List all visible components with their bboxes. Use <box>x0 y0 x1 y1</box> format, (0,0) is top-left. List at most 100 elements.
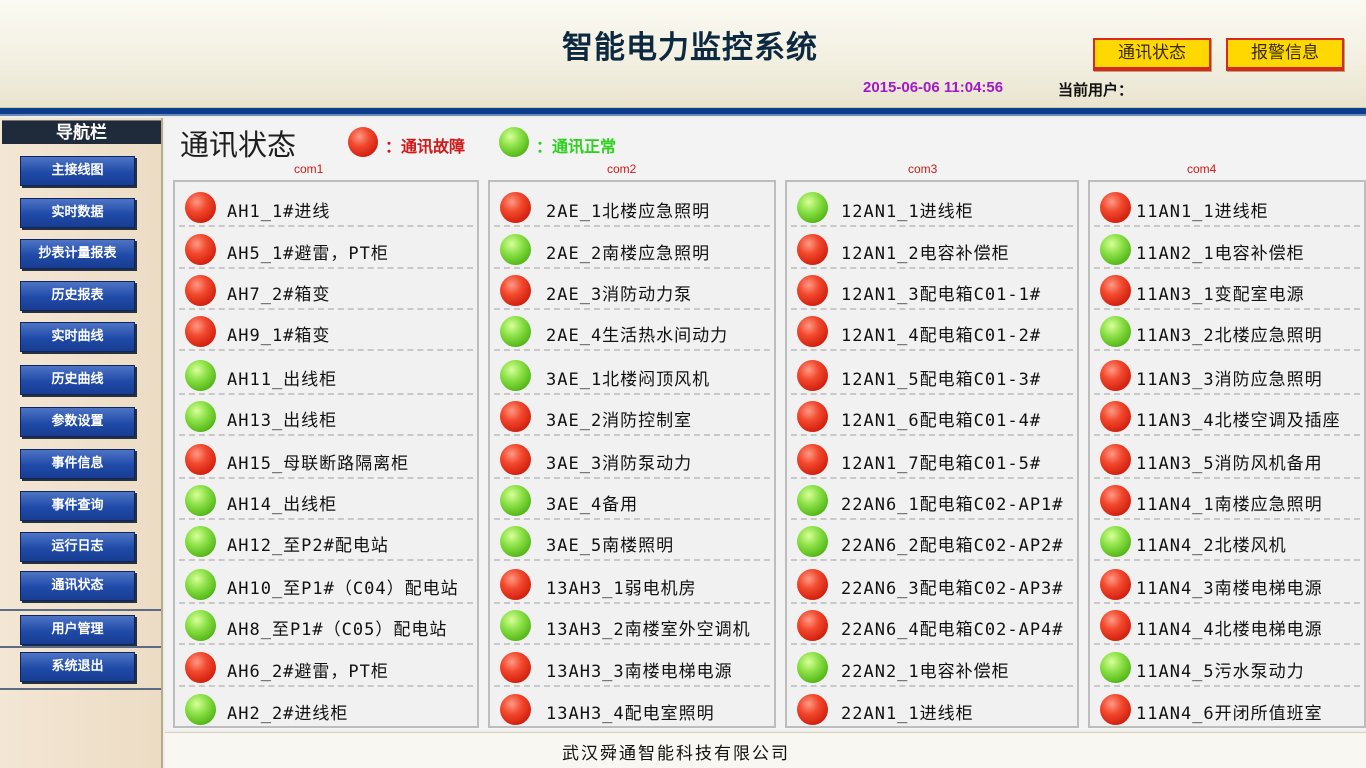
status-item: 22AN6_1配电箱C02-AP1# <box>787 479 1077 520</box>
status-fault-icon <box>500 275 531 306</box>
status-item: 22AN6_2配电箱C02-AP2# <box>787 520 1077 561</box>
status-item: 11AN2_1电容补偿柜 <box>1090 228 1364 269</box>
status-item: 2AE_1北楼应急照明 <box>490 186 774 227</box>
status-item-label: 3AE_2消防控制室 <box>546 411 693 431</box>
status-item-label: 11AN3_5消防风机备用 <box>1136 454 1323 474</box>
status-item: AH5_1#避雷，PT柜 <box>175 228 477 269</box>
comm-status-button[interactable]: 通讯状态 <box>1093 38 1211 71</box>
status-item: AH7_2#箱变 <box>175 269 477 310</box>
status-item: 11AN4_6开闭所值班室 <box>1090 688 1364 729</box>
nav-separator <box>0 609 161 611</box>
nav-item-9[interactable]: 运行日志 <box>20 532 135 562</box>
status-ok-icon <box>1100 526 1131 557</box>
status-item-label: AH7_2#箱变 <box>227 285 331 305</box>
status-item: AH10_至P1#（C04）配电站 <box>175 563 477 604</box>
status-item-label: AH10_至P1#（C04）配电站 <box>227 579 459 599</box>
row-divider <box>791 225 1073 227</box>
fault-legend-label: ：通讯故障 <box>385 137 466 156</box>
nav-item-0[interactable]: 主接线图 <box>20 156 135 186</box>
nav-item-3[interactable]: 历史报表 <box>20 281 135 311</box>
current-user-label: 当前用户： <box>1058 81 1134 99</box>
status-item: AH12_至P2#配电站 <box>175 520 477 561</box>
status-item: 11AN3_4北楼空调及插座 <box>1090 395 1364 436</box>
status-item-label: 12AN1_3配电箱C01-1# <box>841 285 1042 305</box>
status-item-label: 22AN2_1电容补偿柜 <box>841 662 1010 682</box>
status-item-label: 11AN4_6开闭所值班室 <box>1136 704 1323 724</box>
status-item-label: AH1_1#进线 <box>227 202 331 222</box>
nav-item-7[interactable]: 事件信息 <box>20 449 135 479</box>
row-divider <box>791 559 1073 561</box>
status-fault-icon <box>1100 360 1131 391</box>
nav-item-10[interactable]: 通讯状态 <box>20 571 135 601</box>
row-divider <box>494 349 770 351</box>
status-item: 11AN3_1变配室电源 <box>1090 269 1364 310</box>
status-item: 2AE_4生活热水间动力 <box>490 310 774 351</box>
nav-item-12[interactable]: 系统退出 <box>20 652 135 682</box>
row-divider <box>1094 685 1360 687</box>
header-divider <box>0 108 1366 116</box>
alarm-info-button[interactable]: 报警信息 <box>1226 38 1344 71</box>
status-item-label: 11AN4_1南楼应急照明 <box>1136 495 1323 515</box>
status-item: AH13_出线柜 <box>175 395 477 436</box>
status-item-label: 22AN6_1配电箱C02-AP1# <box>841 495 1064 515</box>
status-ok-icon <box>500 316 531 347</box>
nav-item-8[interactable]: 事件查询 <box>20 491 135 521</box>
nav-item-6[interactable]: 参数设置 <box>20 407 135 437</box>
status-fault-icon <box>500 401 531 432</box>
nav-item-5[interactable]: 历史曲线 <box>20 365 135 395</box>
status-item: 13AH3_3南楼电梯电源 <box>490 646 774 687</box>
status-item: 11AN3_2北楼应急照明 <box>1090 310 1364 351</box>
status-fault-icon <box>797 569 828 600</box>
status-item-label: 11AN3_3消防应急照明 <box>1136 370 1323 390</box>
status-fault-icon <box>185 275 216 306</box>
status-item-label: 22AN6_4配电箱C02-AP4# <box>841 620 1064 640</box>
status-ok-icon <box>500 234 531 265</box>
status-item: 11AN4_5污水泵动力 <box>1090 646 1364 687</box>
company-name: 武汉舜通智能科技有限公司 <box>562 744 790 764</box>
nav-item-4[interactable]: 实时曲线 <box>20 322 135 352</box>
status-item: 12AN1_5配电箱C01-3# <box>787 354 1077 395</box>
status-item-label: AH13_出线柜 <box>227 411 338 431</box>
status-item-label: 3AE_4备用 <box>546 495 639 515</box>
status-item-label: 11AN2_1电容补偿柜 <box>1136 244 1305 264</box>
row-divider <box>1094 559 1360 561</box>
status-item-label: 11AN4_5污水泵动力 <box>1136 662 1305 682</box>
row-divider <box>494 685 770 687</box>
status-item: AH6_2#避雷，PT柜 <box>175 646 477 687</box>
status-item: 22AN1_1进线柜 <box>787 688 1077 729</box>
status-item: 11AN3_3消防应急照明 <box>1090 354 1364 395</box>
status-fault-icon <box>1100 401 1131 432</box>
status-fault-icon <box>500 444 531 475</box>
status-item-label: AH8_至P1#（C05）配电站 <box>227 620 448 640</box>
row-divider <box>494 643 770 645</box>
status-ok-icon <box>185 526 216 557</box>
status-item-label: 22AN6_2配电箱C02-AP2# <box>841 536 1064 556</box>
status-item-label: AH14_出线柜 <box>227 495 338 515</box>
nav-item-2[interactable]: 抄表计量报表 <box>20 239 135 269</box>
status-item: 3AE_2消防控制室 <box>490 395 774 436</box>
row-divider <box>179 559 473 561</box>
status-item: AH14_出线柜 <box>175 479 477 520</box>
nav-item-11[interactable]: 用户管理 <box>20 615 135 645</box>
status-item-label: 12AN1_1进线柜 <box>841 202 974 222</box>
status-item-label: 13AH3_2南楼室外空调机 <box>546 620 751 640</box>
status-item: 11AN3_5消防风机备用 <box>1090 438 1364 479</box>
row-divider <box>791 349 1073 351</box>
row-divider <box>494 225 770 227</box>
status-ok-icon <box>185 569 216 600</box>
row-divider <box>179 685 473 687</box>
nav-separator <box>0 688 161 690</box>
status-item-label: 2AE_3消防动力泵 <box>546 285 693 305</box>
com-column: 11AN1_1进线柜 11AN2_1电容补偿柜 11AN3_1变配室电源 11AN3_… <box>1088 180 1366 728</box>
status-fault-icon <box>797 610 828 641</box>
row-divider <box>1094 225 1360 227</box>
status-fault-icon <box>1100 444 1131 475</box>
nav-separator <box>0 646 161 648</box>
status-item-label: 11AN4_3南楼电梯电源 <box>1136 579 1323 599</box>
row-divider <box>494 434 770 436</box>
status-fault-icon <box>797 401 828 432</box>
status-fault-icon <box>797 360 828 391</box>
status-fault-icon <box>500 652 531 683</box>
status-item: AH1_1#进线 <box>175 186 477 227</box>
nav-item-1[interactable]: 实时数据 <box>20 198 135 228</box>
